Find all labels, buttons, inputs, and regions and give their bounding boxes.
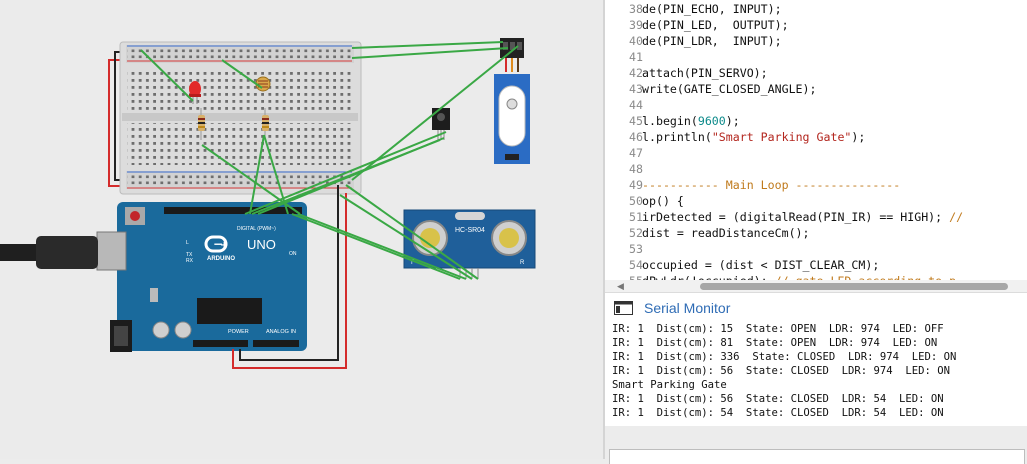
line-number: 40 <box>629 34 643 48</box>
code-line[interactable]: 45 l.begin(9600); <box>605 113 1027 129</box>
usb-cable <box>0 236 98 269</box>
code-line[interactable]: 48 <box>605 161 1027 177</box>
code-text[interactable]: occupied = (dist < DIST_CLEAR_CM); <box>642 257 879 273</box>
photoresistor[interactable] <box>255 76 271 92</box>
code-token: de(PIN_ECHO, INPUT); <box>642 2 782 16</box>
code-line[interactable]: 51 irDetected = (digitalRead(PIN_IR) == H… <box>605 209 1027 225</box>
arduino-brand-label: ARDUINO <box>207 256 235 262</box>
arduino-analog-label: ANALOG IN <box>266 329 296 335</box>
line-number: 44 <box>629 98 643 112</box>
code-text[interactable]: de(PIN_ECHO, INPUT); <box>642 1 782 17</box>
code-token: op() { <box>642 194 684 208</box>
code-token: attach(PIN_SERVO); <box>642 66 768 80</box>
line-number: 46 <box>629 130 643 144</box>
code-text[interactable]: irDetected = (digitalRead(PIN_IR) == HIG… <box>642 209 963 225</box>
code-line[interactable]: 47 <box>605 145 1027 161</box>
arduino-power-label: POWER <box>228 329 249 335</box>
serial-input-field[interactable] <box>609 449 1025 464</box>
code-line[interactable]: 49 ----------- Main Loop --------------- <box>605 177 1027 193</box>
line-number: 39 <box>629 18 643 32</box>
serial-output-line: IR: 1 Dist(cm): 15 State: OPEN LDR: 974 … <box>612 323 944 335</box>
serial-monitor-input-area <box>605 426 1027 464</box>
line-number: 42 <box>629 66 643 80</box>
line-number: 49 <box>629 178 643 192</box>
line-number: 38 <box>629 2 643 16</box>
code-text[interactable]: dist = readDistanceCm(); <box>642 225 810 241</box>
code-token: write(GATE_CLOSED_ANGLE); <box>642 82 817 96</box>
circuit-svg[interactable]: − + UNO ARDUINO DIGITAL (PWM~) POWER ANA… <box>0 0 603 459</box>
code-token: ); <box>851 130 866 144</box>
arduino-digital-label: DIGITAL (PWM~) <box>237 226 276 232</box>
serial-output-line: Smart Parking Gate <box>612 379 727 391</box>
code-text[interactable]: l.begin(9600); <box>642 113 740 129</box>
serial-monitor-title: Serial Monitor <box>644 300 731 316</box>
code-token: ----------- Main Loop --------------- <box>642 178 901 192</box>
code-line[interactable]: 43 write(GATE_CLOSED_ANGLE); <box>605 81 1027 97</box>
code-token: occupied = (dist < DIST_CLEAR_CM); <box>642 258 880 272</box>
code-line[interactable]: 42 attach(PIN_SERVO); <box>605 65 1027 81</box>
code-token: l.println( <box>642 130 712 144</box>
code-text[interactable]: de(PIN_LDR, INPUT); <box>642 33 782 49</box>
code-text[interactable]: ----------- Main Loop --------------- <box>642 177 900 193</box>
code-token: 9600 <box>697 114 726 128</box>
line-number: 51 <box>629 210 643 224</box>
scroll-left-icon[interactable]: ◀ <box>617 281 624 292</box>
serial-output-line: IR: 1 Dist(cm): 56 State: CLOSED LDR: 54… <box>612 393 944 405</box>
code-line[interactable]: 54 occupied = (dist < DIST_CLEAR_CM); <box>605 257 1027 273</box>
line-number: 53 <box>629 242 643 256</box>
arduino-uno[interactable]: − + UNO ARDUINO DIGITAL (PWM~) POWER ANA… <box>96 202 307 352</box>
code-line[interactable]: 52 dist = readDistanceCm(); <box>605 225 1027 241</box>
circuit-canvas[interactable]: − + UNO ARDUINO DIGITAL (PWM~) POWER ANA… <box>0 0 603 459</box>
code-token: "Smart Parking Gate" <box>711 130 852 144</box>
line-number: 48 <box>629 162 643 176</box>
svg-text:+: + <box>220 240 228 251</box>
code-text[interactable]: l.println("Smart Parking Gate"); <box>642 129 865 145</box>
serial-output-line: IR: 1 Dist(cm): 336 State: CLOSED LDR: 9… <box>612 351 957 363</box>
ultrasonic-sensor-label: HC-SR04 <box>455 227 485 234</box>
servo-motor[interactable] <box>494 38 530 164</box>
code-token: irDetected = (digitalRead(PIN_IR) == HIG… <box>642 210 950 224</box>
code-token: ); <box>725 114 740 128</box>
code-line[interactable]: 38 de(PIN_ECHO, INPUT); <box>605 1 1027 17</box>
line-number: 52 <box>629 226 643 240</box>
code-line[interactable]: 50 op() { <box>605 193 1027 209</box>
editor-horizontal-scrollbar[interactable]: ◀ <box>605 280 1027 292</box>
line-number: 43 <box>629 82 643 96</box>
code-text[interactable]: attach(PIN_SERVO); <box>642 65 768 81</box>
line-number: 41 <box>629 50 643 64</box>
ultrasonic-sensor[interactable]: HC-SR04 T R <box>403 209 536 279</box>
serial-monitor-icon <box>614 301 633 315</box>
serial-monitor-header: Serial Monitor <box>605 292 1027 322</box>
code-token: de(PIN_LDR, INPUT); <box>642 34 782 48</box>
line-number: 50 <box>629 194 643 208</box>
code-line[interactable]: 46 l.println("Smart Parking Gate"); <box>605 129 1027 145</box>
serial-output-line: IR: 1 Dist(cm): 81 State: OPEN LDR: 974 … <box>612 337 938 349</box>
code-editor[interactable]: 38 de(PIN_ECHO, INPUT); 39 de(PIN_LED, OUTP… <box>605 0 1027 283</box>
serial-monitor-output: IR: 1 Dist(cm): 15 State: OPEN LDR: 974 … <box>605 321 1027 426</box>
line-number: 54 <box>629 258 643 272</box>
code-text[interactable]: write(GATE_CLOSED_ANGLE); <box>642 81 817 97</box>
line-number: 47 <box>629 146 643 160</box>
arduino-model-label: UNO <box>247 237 276 252</box>
code-line[interactable]: 40 de(PIN_LDR, INPUT); <box>605 33 1027 49</box>
code-line[interactable]: 39 de(PIN_LED, OUTPUT); <box>605 17 1027 33</box>
code-token: dist = readDistanceCm(); <box>642 226 810 240</box>
arduino-on-label: ON <box>289 251 297 257</box>
serial-output-line: IR: 1 Dist(cm): 56 State: CLOSED LDR: 97… <box>612 365 951 377</box>
code-line[interactable]: 41 <box>605 49 1027 65</box>
code-line[interactable]: 53 <box>605 241 1027 257</box>
code-line[interactable]: 44 <box>605 97 1027 113</box>
code-text[interactable]: de(PIN_LED, OUTPUT); <box>642 17 789 33</box>
line-number: 45 <box>629 114 643 128</box>
arduino-rx-label: RX <box>186 258 194 264</box>
code-token: // <box>949 210 964 224</box>
code-token: de(PIN_LED, OUTPUT); <box>642 18 789 32</box>
code-text[interactable]: op() { <box>642 193 684 209</box>
scrollbar-thumb[interactable] <box>700 283 1008 290</box>
ultrasonic-r-label: R <box>520 260 525 266</box>
serial-output-line: IR: 1 Dist(cm): 54 State: CLOSED LDR: 54… <box>612 407 944 419</box>
arduino-l-label: L <box>186 240 189 246</box>
code-token: l.begin( <box>642 114 698 128</box>
